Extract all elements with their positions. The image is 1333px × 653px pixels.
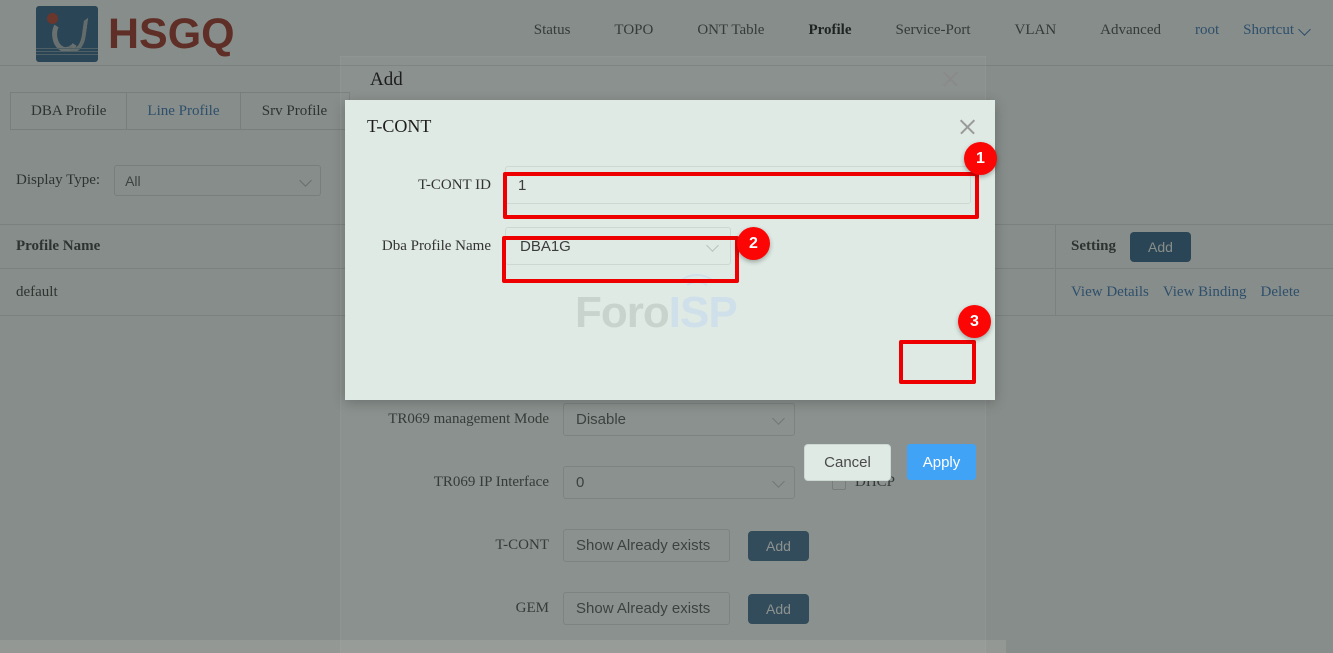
label-dba-profile-name: Dba Profile Name [381, 237, 491, 254]
close-icon[interactable] [958, 117, 978, 137]
step-badge-2: 2 [737, 227, 770, 260]
watermark-signal-icon [675, 271, 721, 295]
foroisp-watermark: ForoISP [575, 274, 738, 338]
tcont-id-value: 1 [518, 176, 527, 194]
add-dialog-header: Add [341, 57, 985, 102]
field-row-tcont-id: T-CONT ID 1 [345, 155, 995, 215]
tcont-dialog-actions: Cancel Apply [345, 444, 995, 481]
tcont-dialog-title: T-CONT [367, 116, 432, 136]
apply-button[interactable]: Apply [907, 444, 976, 480]
watermark-arc-outer [677, 274, 717, 302]
close-icon[interactable] [941, 69, 961, 89]
tcont-dialog-header: T-CONT [345, 100, 995, 155]
dba-profile-value: DBA1G [520, 237, 571, 255]
label-tcont-id: T-CONT ID [418, 176, 491, 193]
cancel-button[interactable]: Cancel [804, 444, 891, 481]
app-root: HSGQ Status TOPO ONT Table Profile Servi… [0, 0, 1333, 653]
tcont-dialog: T-CONT T-CONT ID 1 Dba Profile Name DBA1… [345, 100, 995, 481]
tcont-dialog-body: T-CONT ID 1 Dba Profile Name DBA1G [345, 155, 995, 277]
add-dialog-title: Add [370, 69, 403, 90]
tcont-id-input[interactable]: 1 [505, 166, 971, 204]
step-badge-3: 3 [958, 305, 991, 338]
field-row-dba-profile-name: Dba Profile Name DBA1G [345, 215, 995, 277]
chevron-down-icon [706, 239, 719, 252]
dba-profile-select[interactable]: DBA1G [505, 227, 731, 265]
step-badge-1: 1 [964, 142, 997, 175]
watermark-text-a: Foro [575, 288, 670, 337]
